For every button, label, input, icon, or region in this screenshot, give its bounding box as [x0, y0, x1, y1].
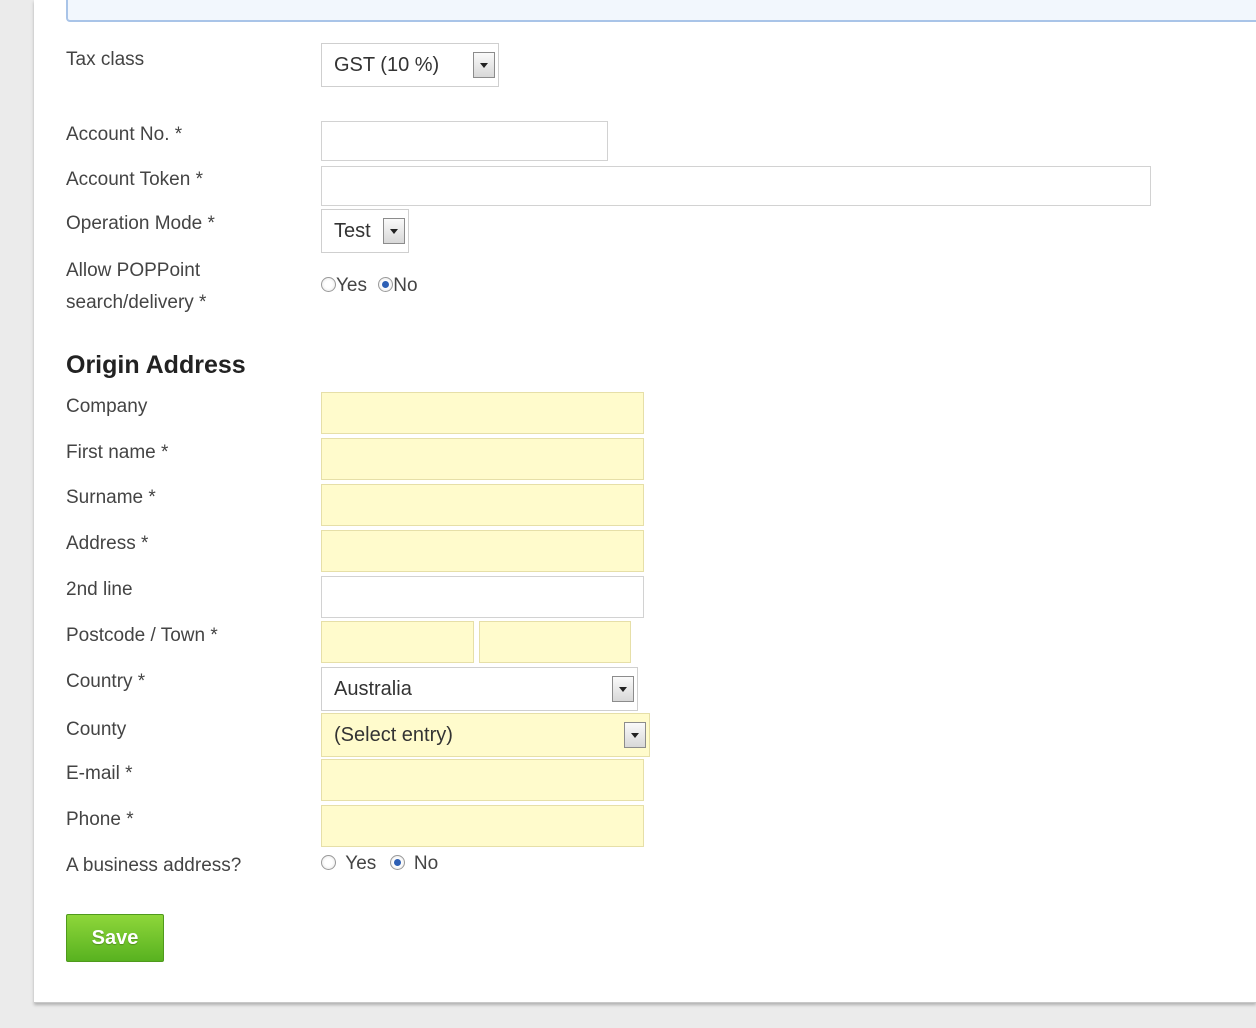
operation-mode-select[interactable]: Test: [321, 209, 409, 253]
town-input[interactable]: [479, 621, 631, 663]
phone-label: Phone *: [66, 809, 134, 830]
account-no-input[interactable]: [321, 121, 608, 161]
first-name-label: First name *: [66, 442, 169, 463]
save-button[interactable]: Save: [66, 914, 164, 962]
allow-poppoint-label-line2: search/delivery *: [66, 292, 207, 313]
business-address-yes-label: Yes: [345, 853, 377, 874]
country-value: Australia: [334, 678, 412, 700]
chevron-down-icon[interactable]: [383, 218, 405, 244]
allow-poppoint-radio-group: Yes No: [321, 272, 418, 300]
second-line-input[interactable]: [321, 576, 644, 618]
email-input[interactable]: [321, 759, 644, 801]
surname-input[interactable]: [321, 484, 644, 526]
allow-poppoint-yes-label: Yes: [336, 275, 367, 296]
postcode-input[interactable]: [321, 621, 474, 663]
country-select[interactable]: Australia: [321, 667, 638, 711]
tax-class-select[interactable]: GST (10 %): [321, 43, 499, 87]
business-address-radio-group: Yes No: [321, 850, 438, 878]
business-address-yes-radio[interactable]: [321, 855, 336, 870]
email-label: E-mail *: [66, 763, 133, 784]
account-token-label: Account Token *: [66, 169, 203, 190]
chevron-down-icon[interactable]: [624, 722, 646, 748]
county-value: (Select entry): [334, 724, 453, 746]
account-token-input[interactable]: [321, 166, 1151, 206]
operation-mode-value: Test: [334, 220, 371, 242]
business-address-no-label: No: [413, 853, 439, 874]
address-label: Address *: [66, 533, 149, 554]
county-label: County: [66, 719, 127, 740]
first-name-input[interactable]: [321, 438, 644, 480]
second-line-label: 2nd line: [66, 579, 133, 600]
allow-poppoint-no-label: No: [393, 275, 418, 296]
account-no-label: Account No. *: [66, 124, 183, 145]
chevron-down-icon[interactable]: [612, 676, 634, 702]
chevron-down-icon[interactable]: [473, 52, 495, 78]
allow-poppoint-no-radio[interactable]: [378, 277, 394, 292]
country-label: Country *: [66, 671, 146, 692]
surname-label: Surname *: [66, 487, 156, 508]
company-input[interactable]: [321, 392, 644, 434]
origin-address-title: Origin Address: [66, 351, 246, 379]
operation-mode-label: Operation Mode *: [66, 213, 215, 234]
tax-class-value: GST (10 %): [334, 54, 440, 76]
allow-poppoint-label-line1: Allow POPPoint: [66, 260, 201, 281]
postcode-town-label: Postcode / Town *: [66, 625, 218, 646]
business-address-label: A business address?: [66, 855, 242, 876]
business-address-no-radio[interactable]: [389, 855, 405, 870]
allow-poppoint-yes-radio[interactable]: [321, 277, 336, 292]
settings-panel: Tax class GST (10 %) Account No. * Accou…: [34, 0, 1256, 1003]
info-box: [66, 0, 1256, 22]
company-label: Company: [66, 396, 148, 417]
county-select[interactable]: (Select entry): [321, 713, 650, 757]
phone-input[interactable]: [321, 805, 644, 847]
tax-class-label: Tax class: [66, 49, 145, 70]
address-input[interactable]: [321, 530, 644, 572]
